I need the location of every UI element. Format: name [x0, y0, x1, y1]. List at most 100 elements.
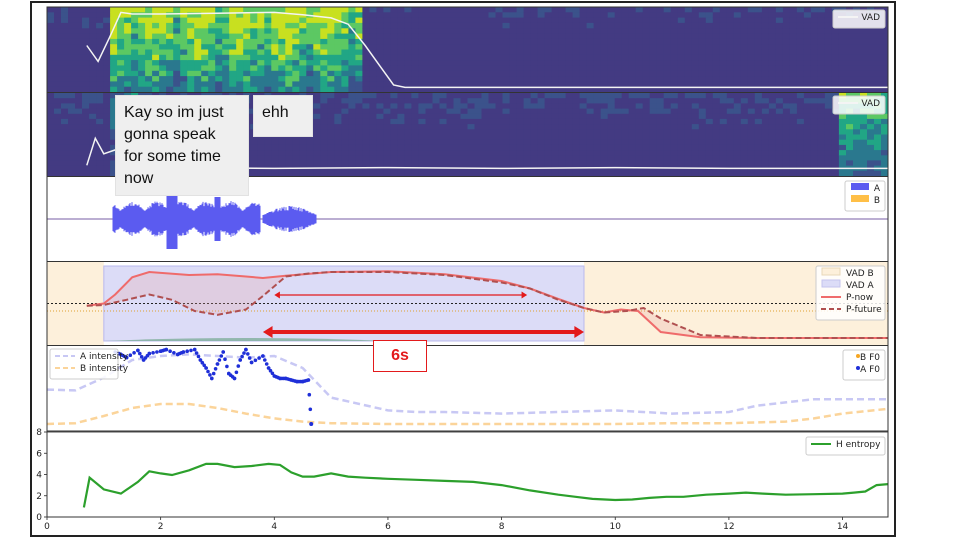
spectrogram-cell	[705, 70, 714, 77]
spectrogram-cell	[362, 93, 370, 99]
spectrogram-cell	[320, 150, 328, 156]
spectrogram-cell	[152, 81, 160, 88]
spectrogram-cell	[831, 49, 840, 56]
spectrogram-cell	[670, 22, 679, 29]
spectrogram-cell	[425, 160, 433, 167]
spectrogram-cell	[705, 65, 714, 72]
spectrogram-cell	[320, 118, 328, 125]
spectrogram-cell	[264, 44, 272, 50]
spectrogram-cell	[642, 60, 651, 66]
spectrogram-cell	[551, 103, 560, 110]
spectrogram-cell	[523, 170, 532, 177]
spectrogram-cell	[635, 12, 644, 19]
spectrogram-cell	[796, 93, 805, 99]
spectrogram-cell	[467, 54, 475, 61]
spectrogram-cell	[418, 81, 426, 88]
spectrogram-cell	[355, 65, 363, 72]
spectrogram-cell	[313, 38, 321, 45]
spectrogram-cell	[103, 60, 111, 66]
spectrogram-cell	[831, 113, 840, 120]
spectrogram-cell	[390, 49, 398, 56]
transcript-callout-b: ehh	[253, 95, 313, 137]
spectrogram-cell	[488, 144, 496, 151]
spectrogram-cell	[54, 129, 62, 135]
spectrogram-cell	[740, 160, 749, 167]
spectrogram-cell	[810, 44, 819, 50]
spectrogram-cell	[551, 139, 560, 146]
spectrogram-cell	[874, 139, 882, 146]
spectrogram-cell	[530, 98, 539, 104]
spectrogram-cell	[670, 155, 679, 161]
spectrogram-cell	[446, 150, 454, 156]
spectrogram-cell	[467, 103, 475, 110]
spectrogram-cell	[313, 33, 321, 40]
spectrogram-cell	[874, 28, 882, 35]
spectrogram-cell	[159, 38, 167, 45]
spectrogram-cell	[334, 22, 342, 29]
spectrogram-cell	[677, 134, 686, 141]
spectrogram-cell	[383, 54, 391, 61]
spectrogram-cell	[635, 93, 644, 99]
spectrogram-cell	[355, 124, 363, 130]
spectrogram-cell	[614, 103, 623, 110]
spectrogram-cell	[775, 155, 784, 161]
spectrogram-cell	[733, 76, 742, 82]
spectrogram-cell	[684, 113, 693, 120]
spectrogram-cell	[712, 124, 721, 130]
spectrogram-cell	[278, 7, 286, 13]
spectrogram-cell	[383, 113, 391, 120]
spectrogram-cell	[782, 108, 791, 115]
spectrogram-cell	[551, 33, 560, 40]
prosody-background	[47, 346, 888, 430]
spectrogram-cell	[439, 150, 447, 156]
spectrogram-cell	[600, 124, 609, 130]
spectrogram-cell	[341, 118, 349, 125]
spectrogram-cell	[411, 113, 419, 120]
spectrogram-cell	[593, 22, 602, 29]
spectrogram-cell	[663, 124, 672, 130]
spectrogram-cell	[614, 12, 623, 19]
spectrogram-cell	[572, 139, 581, 146]
spectrogram-cell	[551, 22, 560, 29]
spectrogram-cell	[159, 86, 167, 93]
spectrogram-cell	[306, 7, 314, 13]
spectrogram-cell	[740, 150, 749, 156]
spectrogram-cell	[285, 17, 293, 24]
spectrogram-cell	[250, 60, 258, 66]
spectrogram-cell	[649, 17, 658, 24]
spectrogram-cell	[754, 81, 763, 88]
spectrogram-cell	[460, 150, 468, 156]
spectrogram-cell	[789, 103, 798, 110]
spectrogram-cell	[810, 93, 819, 99]
spectrogram-cell	[824, 134, 833, 141]
spectrogram-cell	[537, 170, 546, 177]
spectrogram-cell	[481, 103, 489, 110]
spectrogram-cell	[425, 150, 433, 156]
spectrogram-cell	[719, 113, 728, 120]
spectrogram-cell	[488, 17, 496, 24]
spectrogram-cell	[54, 103, 62, 110]
spectrogram-cell	[579, 108, 588, 115]
spectrogram-cell	[453, 93, 461, 99]
spectrogram-cell	[334, 170, 342, 177]
spectrogram-cell	[817, 108, 826, 115]
spectrogram-cell	[425, 76, 433, 82]
spectrogram-cell	[867, 160, 875, 167]
spectrogram-cell	[131, 22, 139, 29]
spectrogram-cell	[831, 60, 840, 66]
spectrogram-cell	[229, 49, 237, 56]
spectrogram-cell	[292, 65, 300, 72]
spectrogram-cell	[327, 129, 335, 135]
spectrogram-cell	[614, 98, 623, 104]
spectrogram-cell	[257, 150, 265, 156]
spectrogram-cell	[411, 81, 419, 88]
spectrogram-cell	[432, 124, 440, 130]
spectrogram-cell	[460, 17, 468, 24]
spectrogram-cell	[411, 93, 419, 99]
spectrogram-cell	[194, 33, 202, 40]
spectrogram-cell	[201, 60, 209, 66]
spectrogram-cell	[565, 28, 574, 35]
spectrogram-cell	[628, 76, 637, 82]
spectrogram-cell	[733, 134, 742, 141]
spectrogram-cell	[201, 17, 209, 24]
